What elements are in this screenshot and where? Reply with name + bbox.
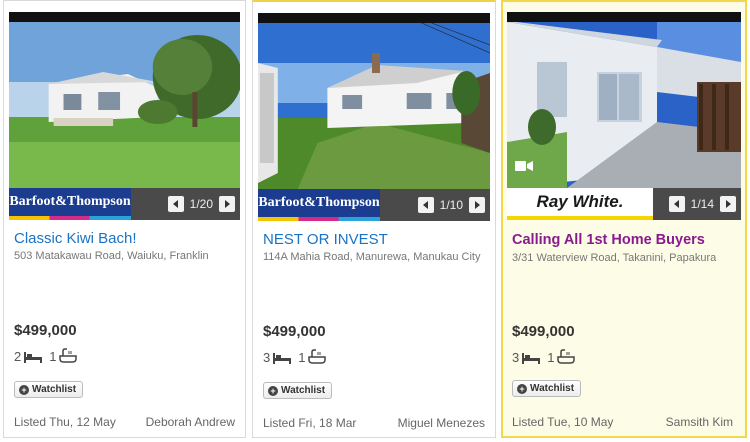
bed-icon (273, 353, 292, 364)
agent-name[interactable]: Samsith Kim (666, 415, 733, 429)
agency-logo[interactable]: Barfoot&Thompson (258, 189, 380, 221)
listed-date: Listed Fri, 18 Mar (263, 416, 357, 430)
plus-circle-icon: + (19, 384, 29, 395)
bedroom-count: 3 (512, 349, 520, 365)
listing-title[interactable]: Classic Kiwi Bach! (14, 230, 137, 247)
watchlist-button[interactable]: + Watchlist (512, 380, 582, 397)
listing-title[interactable]: NEST OR INVEST (263, 231, 388, 248)
agency-bar: Ray White. 1/14 (507, 188, 741, 220)
chevron-right-icon[interactable] (219, 196, 235, 212)
photo-counter: 1/14 (690, 197, 714, 211)
agency-bar: Barfoot&Thompson 1/10 (258, 189, 490, 221)
listing-price: $499,000 (512, 323, 575, 340)
listed-date: Listed Thu, 12 May (14, 415, 116, 429)
listing-photo[interactable] (9, 22, 240, 188)
bath-icon (59, 348, 78, 363)
agent-name[interactable]: Miguel Menezes (398, 416, 485, 430)
listing-card-featured[interactable]: Ray White. 1/14 Calling All 1st Home Buy… (501, 0, 747, 438)
bedroom-count: 2 (14, 348, 22, 364)
listing-card[interactable]: Barfoot&Thompson 1/10 NEST OR INVEST 114… (252, 0, 496, 438)
bathroom-count: 1 (547, 349, 555, 365)
listing-title[interactable]: Calling All 1st Home Buyers (512, 232, 705, 248)
photo-carousel[interactable]: Barfoot&Thompson 1/10 (258, 13, 490, 221)
listing-features: 3 1 (263, 349, 333, 365)
bath-icon (557, 349, 576, 364)
bathroom-count: 1 (298, 349, 306, 365)
bath-icon (308, 349, 327, 364)
agent-name[interactable]: Deborah Andrew (146, 415, 235, 429)
chevron-right-icon[interactable] (469, 197, 485, 213)
listing-price: $499,000 (263, 323, 326, 340)
watchlist-label: Watchlist (32, 384, 77, 395)
chevron-left-icon[interactable] (167, 196, 184, 212)
photo-carousel[interactable]: Ray White. 1/14 (507, 12, 741, 220)
listed-date: Listed Tue, 10 May (512, 415, 614, 429)
listing-features: 2 1 (14, 348, 84, 364)
listing-address: 3/31 Waterview Road, Takanini, Papakura (512, 252, 717, 264)
bed-icon (24, 352, 43, 363)
plus-circle-icon: + (517, 383, 527, 394)
watchlist-label: Watchlist (530, 383, 575, 394)
chevron-left-icon[interactable] (417, 197, 434, 213)
listing-photo[interactable] (258, 23, 490, 189)
bathroom-count: 1 (49, 348, 57, 364)
chevron-right-icon[interactable] (720, 196, 736, 212)
bed-icon (522, 353, 541, 364)
listing-card[interactable]: Barfoot&Thompson 1/20 Classic Kiwi Bach!… (3, 0, 246, 438)
photo-counter: 1/10 (439, 198, 463, 212)
watchlist-button[interactable]: + Watchlist (14, 381, 84, 398)
agency-bar: Barfoot&Thompson 1/20 (9, 188, 240, 220)
photo-pager: 1/10 (417, 197, 490, 213)
plus-circle-icon: + (268, 385, 278, 396)
agency-logo[interactable]: Barfoot&Thompson (9, 188, 131, 220)
chevron-left-icon[interactable] (668, 196, 685, 212)
agency-logo[interactable]: Ray White. (507, 188, 653, 220)
photo-carousel[interactable]: Barfoot&Thompson 1/20 (9, 12, 240, 220)
listing-price: $499,000 (14, 322, 77, 339)
photo-pager: 1/20 (167, 196, 240, 212)
watchlist-button[interactable]: + Watchlist (263, 382, 333, 399)
photo-pager: 1/14 (668, 196, 741, 212)
listing-address: 114A Mahia Road, Manurewa, Manukau City (263, 251, 481, 263)
watchlist-label: Watchlist (281, 385, 326, 396)
listing-features: 3 1 (512, 349, 582, 365)
video-camera-icon[interactable] (515, 160, 533, 172)
bedroom-count: 3 (263, 349, 271, 365)
listing-photo[interactable] (507, 22, 741, 188)
listing-address: 503 Matakawau Road, Waiuku, Franklin (14, 250, 209, 262)
photo-counter: 1/20 (189, 197, 213, 211)
